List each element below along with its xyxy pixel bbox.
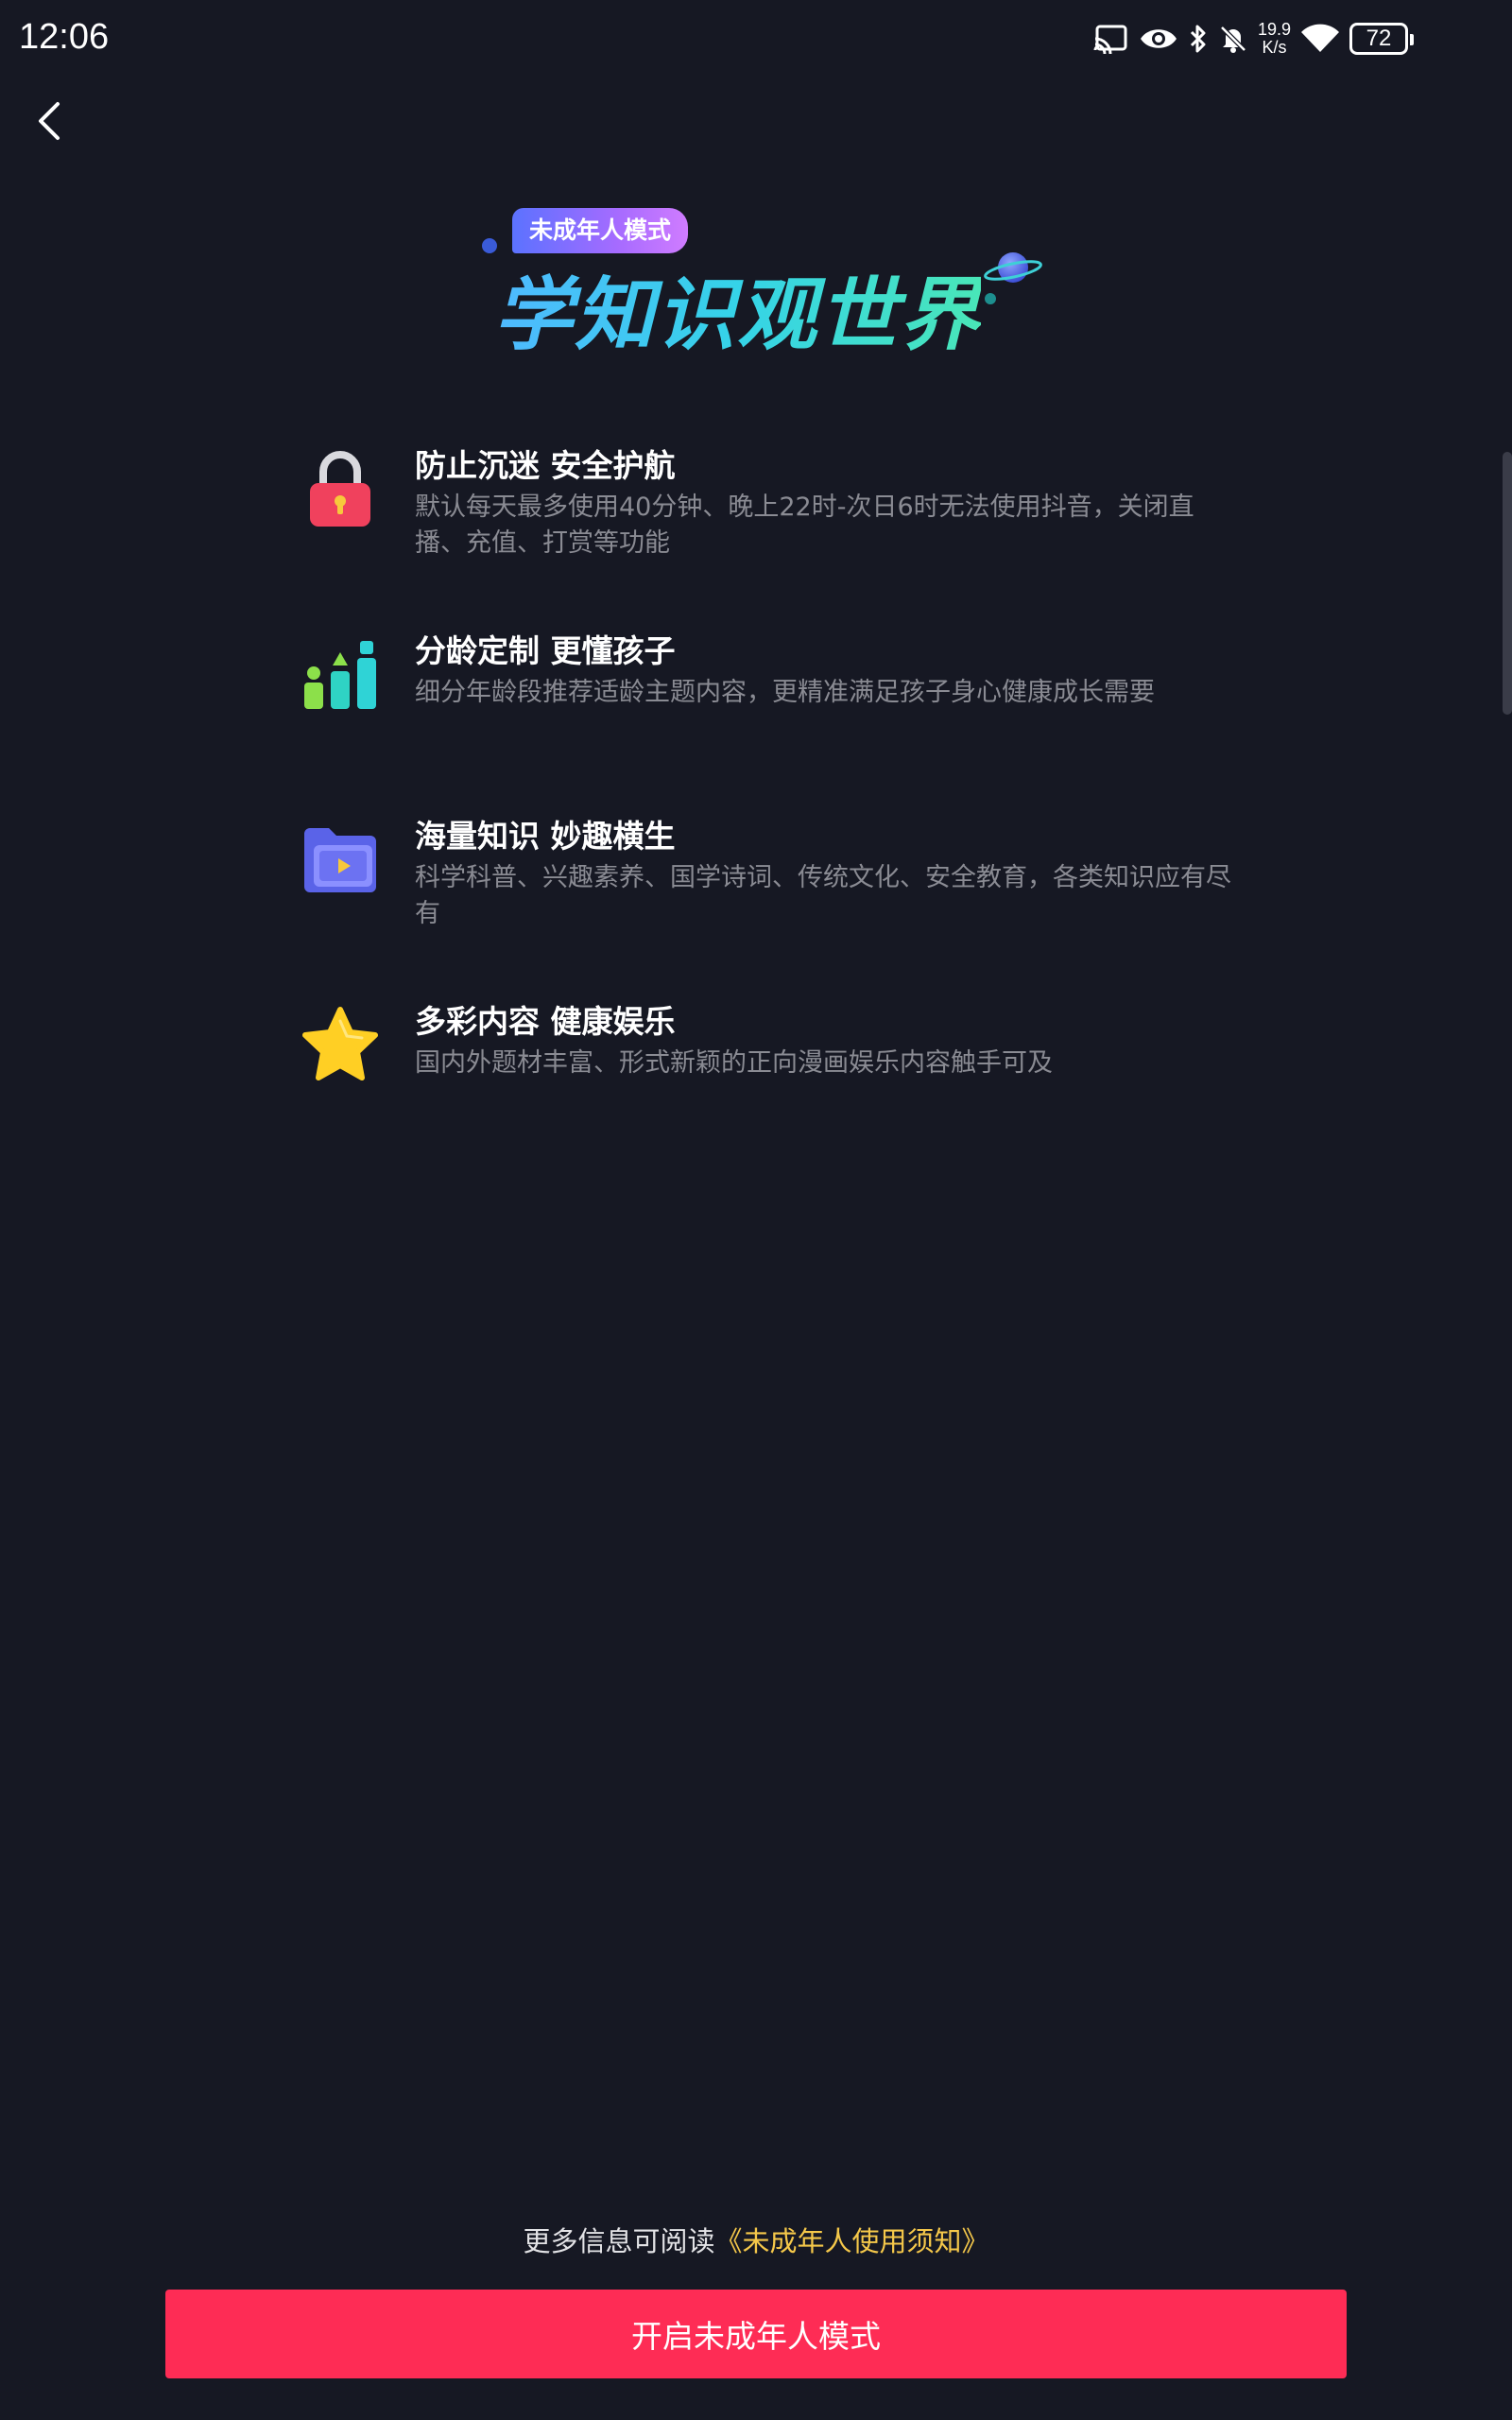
cast-icon	[1093, 24, 1129, 54]
status-icons: 19.9 K/s 72	[1093, 17, 1416, 60]
bluetooth-icon	[1188, 24, 1209, 54]
hero-title: 学知识观世界	[493, 251, 981, 366]
decorative-dot	[985, 293, 996, 304]
hero-badge: 未成年人模式	[512, 208, 689, 253]
battery-icon: 72	[1349, 23, 1414, 55]
feature-description: 细分年龄段推荐适龄主题内容，更精准满足孩子身心健康成长需要	[415, 678, 1155, 707]
status-bar: 12:06 19.9 K/s 72	[0, 0, 1512, 76]
lock-icon	[297, 446, 384, 533]
net-speed-unit: K/s	[1262, 38, 1287, 57]
bell-muted-icon	[1218, 24, 1248, 54]
star-icon	[297, 1002, 384, 1089]
net-speed: 19.9 K/s	[1258, 21, 1291, 57]
feature-title: 防止沉迷 安全护航	[415, 447, 676, 484]
wifi-icon	[1300, 24, 1340, 54]
feature-description: 国内外题材丰富、形式新颖的正向漫画娱乐内容触手可及	[415, 1048, 1053, 1078]
video-folder-icon	[297, 817, 384, 904]
chevron-left-icon	[39, 102, 60, 140]
scrollbar[interactable]	[1503, 452, 1512, 715]
back-button[interactable]	[23, 93, 76, 149]
battery-level: 72	[1366, 26, 1392, 51]
bar-chart-icon	[297, 631, 384, 718]
feature-title: 分龄定制 更懂孩子	[415, 632, 676, 669]
notice-prefix: 更多信息可阅读	[523, 2225, 715, 2257]
status-time: 12:06	[19, 17, 110, 57]
feature-title: 多彩内容 健康娱乐	[415, 1003, 676, 1040]
net-speed-value: 19.9	[1257, 20, 1291, 39]
feature-description: 默认每天最多使用40分钟、晚上22时-次日6时无法使用抖音，关闭直播、充值、打赏…	[415, 493, 1194, 558]
enable-minor-mode-button[interactable]: 开启未成年人模式	[165, 2290, 1347, 2378]
hero-banner: 未成年人模式 学知识观世界	[472, 199, 1058, 369]
feature-description: 科学科普、兴趣素养、国学诗词、传统文化、安全教育，各类知识应有尽有	[415, 863, 1231, 928]
eye-icon	[1139, 25, 1178, 53]
planet-icon	[984, 252, 1042, 283]
notice-text: 更多信息可阅读《未成年人使用须知》	[0, 2220, 1512, 2259]
minor-usage-terms-link[interactable]: 《未成年人使用须知》	[715, 2225, 989, 2257]
feature-title: 海量知识 妙趣横生	[415, 818, 676, 855]
